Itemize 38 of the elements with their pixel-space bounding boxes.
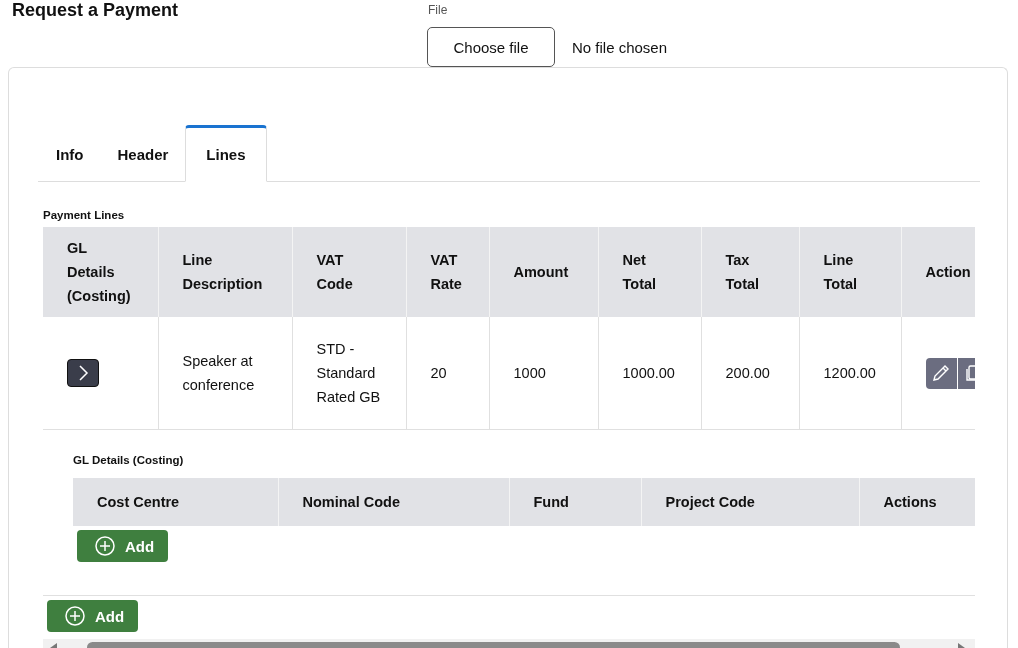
page-title: Request a Payment	[12, 0, 180, 20]
column-header: Project Code	[641, 478, 859, 526]
tab[interactable]: Header	[100, 125, 186, 182]
choose-file-button[interactable]: Choose file	[427, 27, 555, 67]
file-label: File	[428, 4, 448, 16]
table-cell: 1000.00	[598, 317, 701, 430]
table-cell: 200.00	[701, 317, 799, 430]
file-status-text: No file chosen	[572, 38, 668, 56]
edit-button[interactable]	[925, 357, 958, 389]
column-header: Nominal Code	[278, 478, 509, 526]
plus-circle-icon	[95, 536, 115, 556]
table-cell: STD - Standard Rated GB	[292, 317, 406, 430]
column-header: VAT Code	[292, 227, 406, 317]
add-button[interactable]: Add	[47, 600, 139, 632]
column-header: GL Details (Costing)	[43, 227, 158, 317]
plus-circle-icon	[65, 606, 85, 626]
table-cell: 20	[406, 317, 489, 430]
column-header: Line Description	[158, 227, 292, 317]
column-header: Cost Centre	[73, 478, 278, 526]
column-header: Line Total	[799, 227, 901, 317]
tab[interactable]: Lines	[185, 125, 267, 182]
column-header: Fund	[509, 478, 641, 526]
column-header: Tax Total	[701, 227, 799, 317]
column-header: Net Total	[598, 227, 701, 317]
tab[interactable]: Info	[39, 125, 101, 182]
table-cell: 1000	[489, 317, 598, 430]
column-header: Amount	[489, 227, 598, 317]
column-header: VAT Rate	[406, 227, 489, 317]
pencil-icon	[931, 363, 951, 383]
column-header: Action	[901, 227, 975, 317]
table-cell: 1200.00	[799, 317, 901, 430]
add-button[interactable]: Add	[77, 530, 169, 562]
table-cell: Speaker at conference	[158, 317, 292, 430]
chevron-right-icon	[76, 364, 90, 382]
section-title: GL Details (Costing)	[73, 453, 184, 468]
expand-row-button[interactable]	[67, 359, 99, 387]
section-title: Payment Lines	[43, 209, 125, 221]
column-header: Actions	[859, 478, 975, 526]
